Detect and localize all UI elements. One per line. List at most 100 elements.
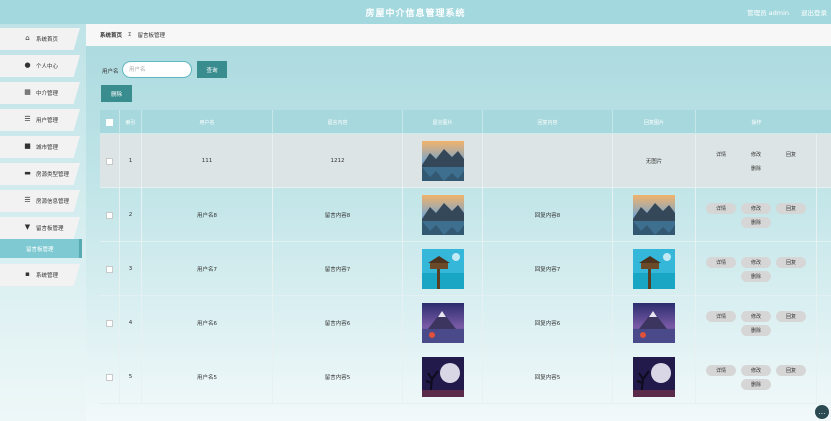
header-image: 留言图片 bbox=[403, 110, 483, 134]
sidebar-item-label: 城市管理 bbox=[36, 145, 59, 151]
detail-button[interactable]: 详情 bbox=[706, 257, 736, 268]
sidebar-item-system[interactable]: ▪ 系统管理 bbox=[0, 264, 80, 286]
sidebar-item-home[interactable]: ⌂ 系统首页 bbox=[0, 28, 80, 50]
edit-button[interactable]: 修改 bbox=[741, 257, 771, 268]
reply-image-cell bbox=[613, 350, 696, 404]
message-image bbox=[421, 357, 464, 397]
row-delete-button[interactable]: 删除 bbox=[741, 379, 771, 390]
sidebar-item-profile[interactable]: ● 个人中心 bbox=[0, 55, 80, 77]
table-row: 5 用户名5 留言内容5 回复内容5 详情 修改 回复 删除 bbox=[100, 350, 831, 404]
sidebar-item-house-info[interactable]: ☰ 房源信息管理 bbox=[0, 190, 80, 212]
tag-icon: ▼ bbox=[24, 223, 31, 231]
index-cell-text: 5 bbox=[128, 374, 133, 380]
table-row: 1 111 1212 无图片 详情 修改 回复 删除 bbox=[100, 134, 831, 188]
index-cell: 5 bbox=[120, 350, 142, 404]
header-index: 索引 bbox=[120, 110, 142, 134]
sidebar-item-house-types[interactable]: ▬ 房源类型管理 bbox=[0, 163, 80, 185]
current-user: 管理员 admin bbox=[747, 9, 789, 17]
index-cell: 1 bbox=[120, 134, 142, 188]
sidebar-item-label: 房源信息管理 bbox=[36, 199, 70, 205]
operations-cell: 详情 修改 回复 删除 bbox=[696, 188, 817, 242]
row-checkbox[interactable] bbox=[106, 373, 113, 381]
row-checkbox[interactable] bbox=[106, 265, 113, 273]
content-cell: 留言内容6 bbox=[273, 296, 403, 350]
breadcrumb-separator: Σ bbox=[128, 32, 132, 38]
header-reply: 回复内容 bbox=[483, 110, 613, 134]
detail-button[interactable]: 详情 bbox=[706, 203, 736, 214]
search-button[interactable]: 查询 bbox=[197, 61, 227, 78]
reply-button[interactable]: 回复 bbox=[776, 203, 806, 214]
row-select-cell bbox=[100, 242, 120, 296]
sidebar-item-message-board[interactable]: ▼ 留言板管理 bbox=[0, 217, 80, 239]
operations-cell: 详情 修改 回复 删除 bbox=[696, 350, 817, 404]
message-image-cell bbox=[403, 188, 483, 242]
detail-button[interactable]: 详情 bbox=[706, 311, 736, 322]
row-delete-button[interactable]: 删除 bbox=[741, 217, 771, 228]
breadcrumb-current: 留言板管理 bbox=[137, 33, 166, 39]
grid-icon: ▦ bbox=[24, 88, 31, 96]
operations-cell: 详情 修改 回复 删除 bbox=[696, 296, 817, 350]
search-input[interactable] bbox=[122, 61, 192, 78]
message-image-cell bbox=[403, 350, 483, 404]
header-reply-image: 回复图片 bbox=[613, 110, 696, 134]
row-select-cell bbox=[100, 134, 120, 188]
message-image bbox=[421, 303, 464, 343]
reply-image bbox=[633, 357, 675, 397]
table-body: 1 111 1212 无图片 详情 修改 回复 删除 2 用户名8 留言内容8 回复内容8 详情 修改 回复… bbox=[100, 134, 831, 404]
content-cell: 留言内容7 bbox=[273, 242, 403, 296]
edit-button[interactable]: 修改 bbox=[741, 365, 771, 376]
username-cell-text: 用户名6 bbox=[197, 321, 217, 327]
edit-button[interactable]: 修改 bbox=[741, 203, 771, 214]
index-cell-text: 1 bbox=[128, 158, 133, 164]
breadcrumb-home[interactable]: 系统首页 bbox=[100, 31, 122, 39]
sidebar-item-agents[interactable]: ▦ 中介管理 bbox=[0, 82, 80, 104]
row-delete-button[interactable]: 删除 bbox=[741, 163, 771, 174]
search-label: 用户名 bbox=[102, 69, 119, 75]
sidebar-item-users[interactable]: ☰ 用户管理 bbox=[0, 109, 80, 131]
content-cell: 留言内容5 bbox=[273, 350, 403, 404]
row-select-cell bbox=[100, 296, 120, 350]
username-cell: 用户名7 bbox=[142, 242, 273, 296]
chat-icon[interactable]: … bbox=[815, 405, 829, 419]
reply-cell-text: 回复内容6 bbox=[534, 321, 561, 327]
operations-group: 详情 修改 回复 删除 bbox=[696, 188, 816, 242]
index-cell: 3 bbox=[120, 242, 142, 296]
detail-button[interactable]: 详情 bbox=[706, 149, 736, 160]
header-username: 用户名 bbox=[142, 110, 273, 134]
row-delete-button[interactable]: 删除 bbox=[741, 271, 771, 282]
sidebar-item-message-board-active[interactable]: 留言板管理 bbox=[0, 239, 82, 258]
content-cell-text: 留言内容8 bbox=[324, 213, 351, 219]
reply-button[interactable]: 回复 bbox=[776, 365, 806, 376]
list-icon: ☰ bbox=[24, 196, 31, 204]
table-row: 4 用户名6 留言内容6 回复内容6 详情 修改 回复 删除 bbox=[100, 296, 831, 350]
reply-button[interactable]: 回复 bbox=[776, 257, 806, 268]
reply-button[interactable]: 回复 bbox=[776, 149, 806, 160]
reply-cell bbox=[483, 134, 613, 188]
username-cell: 用户名8 bbox=[142, 188, 273, 242]
list-icon: ☰ bbox=[24, 115, 31, 123]
username-cell: 用户名5 bbox=[142, 350, 273, 404]
row-select-cell bbox=[100, 350, 120, 404]
breadcrumb: 系统首页 Σ 留言板管理 bbox=[86, 24, 831, 46]
reply-image-cell bbox=[613, 242, 696, 296]
reply-image bbox=[633, 249, 675, 289]
message-table: 索引 用户名 留言内容 留言图片 回复内容 回复图片 操作 1 111 1212 无图… bbox=[100, 110, 831, 404]
detail-button[interactable]: 详情 bbox=[706, 365, 736, 376]
table-row: 2 用户名8 留言内容8 回复内容8 详情 修改 回复 删除 bbox=[100, 188, 831, 242]
select-all-checkbox[interactable] bbox=[106, 118, 113, 126]
reply-image bbox=[633, 303, 675, 343]
edit-button[interactable]: 修改 bbox=[741, 149, 771, 160]
edit-button[interactable]: 修改 bbox=[741, 311, 771, 322]
row-checkbox[interactable] bbox=[106, 157, 113, 165]
row-checkbox[interactable] bbox=[106, 319, 113, 327]
sidebar-item-cities[interactable]: ■ 城市管理 bbox=[0, 136, 80, 158]
index-cell: 4 bbox=[120, 296, 142, 350]
logout-link[interactable]: 退出登录 bbox=[801, 7, 827, 17]
message-image bbox=[421, 195, 464, 235]
username-cell-text: 用户名7 bbox=[197, 267, 217, 273]
row-delete-button[interactable]: 删除 bbox=[741, 325, 771, 336]
index-cell-text: 3 bbox=[128, 266, 133, 272]
reply-button[interactable]: 回复 bbox=[776, 311, 806, 322]
delete-button[interactable]: 删除 bbox=[101, 85, 132, 102]
row-checkbox[interactable] bbox=[106, 211, 113, 219]
